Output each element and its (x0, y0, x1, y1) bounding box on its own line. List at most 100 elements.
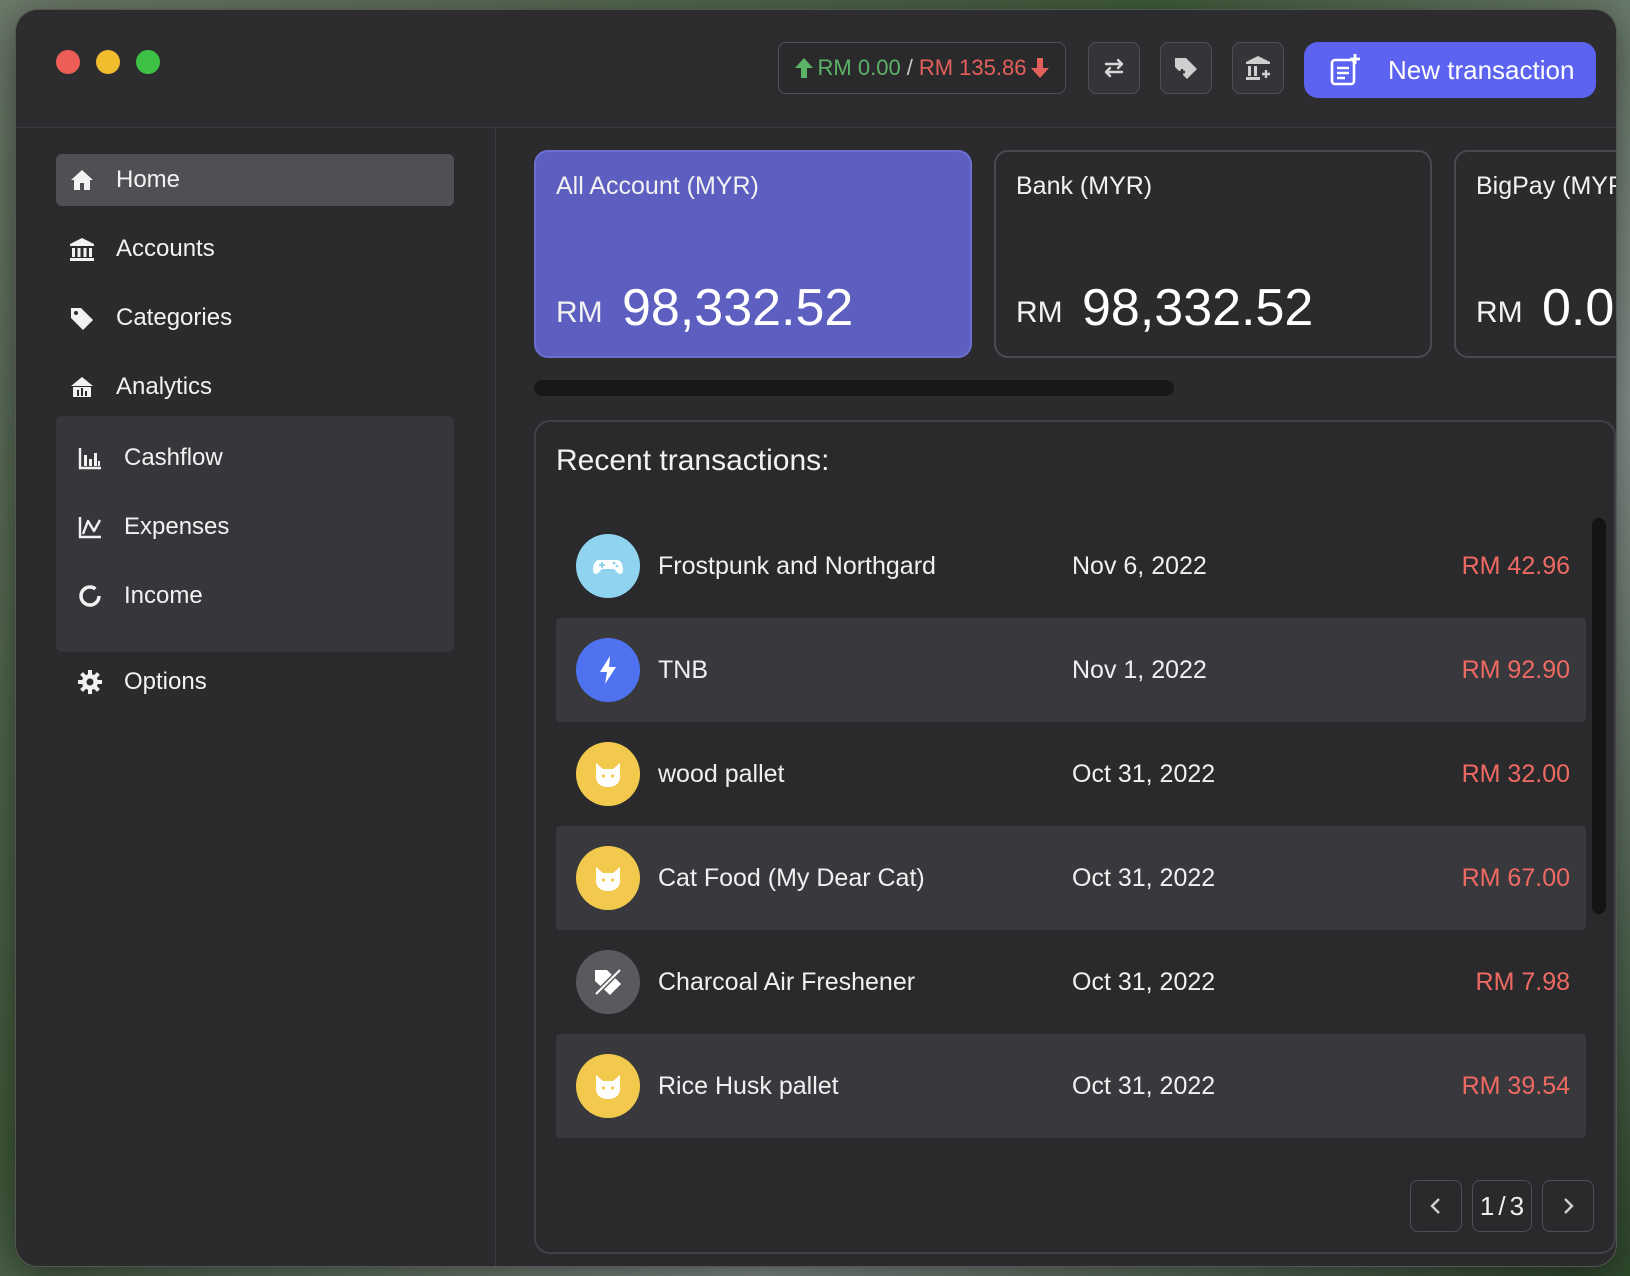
next-page-button[interactable] (1542, 1180, 1594, 1232)
transaction-name: Rice Husk pallet (658, 1071, 839, 1100)
gamepad-icon (576, 534, 640, 598)
pagination: 1 / 3 (1410, 1180, 1594, 1232)
sidebar-item-accounts[interactable]: Accounts (56, 223, 454, 275)
account-card-bigpay[interactable]: BigPay (MYR) RM 0.00 (1454, 150, 1616, 358)
title-bar: RM 0.00 / RM 135.86 New transaction (16, 10, 1616, 128)
total-pages: 3 (1509, 1190, 1525, 1221)
account-balance: 98,332.52 (1082, 279, 1314, 337)
income-amount: RM 0.00 (817, 55, 901, 80)
transaction-name: TNB (658, 655, 708, 684)
transaction-date: Nov 1, 2022 (1072, 655, 1207, 684)
account-cards: All Account (MYR) RM 98,332.52 Bank (MYR… (534, 150, 1616, 360)
account-balance: 0.00 (1542, 279, 1616, 337)
chevron-right-icon (1564, 1198, 1574, 1214)
cat-icon (576, 1054, 640, 1118)
donut-chart-icon (76, 582, 104, 610)
cards-horizontal-scrollbar[interactable] (534, 380, 1174, 396)
minimize-window-button[interactable] (96, 50, 120, 74)
sidebar-item-label: Expenses (124, 513, 230, 540)
transfer-button[interactable] (1088, 42, 1140, 94)
account-currency: RM (1016, 296, 1063, 329)
transaction-row[interactable]: TNB Nov 1, 2022 RM 92.90 (556, 618, 1586, 722)
lightning-icon (576, 638, 640, 702)
tag-slash-icon (576, 950, 640, 1014)
bank-plus-icon (1246, 56, 1270, 80)
sidebar-item-label: Options (124, 668, 207, 695)
transaction-row[interactable]: wood pallet Oct 31, 2022 RM 32.00 (556, 722, 1586, 826)
sidebar-item-home[interactable]: Home (56, 154, 454, 206)
transaction-row[interactable]: Cat Food (My Dear Cat) Oct 31, 2022 RM 6… (556, 826, 1586, 930)
recent-transactions-panel: Recent transactions: Frostpunk and North… (534, 420, 1616, 1254)
cat-icon (576, 742, 640, 806)
add-category-button[interactable] (1160, 42, 1212, 94)
transfer-icon (1104, 58, 1124, 78)
sidebar-item-label: Categories (116, 304, 233, 331)
recent-transactions-title: Recent transactions: (556, 444, 830, 477)
account-currency: RM (556, 296, 603, 329)
sidebar-item-cashflow[interactable]: Cashflow (56, 432, 454, 484)
transaction-name: Charcoal Air Freshener (658, 967, 916, 996)
cat-icon (576, 846, 640, 910)
new-transaction-button[interactable]: New transaction (1304, 42, 1596, 98)
transaction-amount: RM 42.96 (1461, 551, 1570, 580)
transaction-row[interactable]: Rice Husk pallet Oct 31, 2022 RM 39.54 (556, 1034, 1586, 1138)
transaction-amount: RM 32.00 (1461, 759, 1570, 788)
sidebar-item-categories[interactable]: Categories (56, 292, 454, 344)
transaction-name: wood pallet (658, 759, 785, 788)
maximize-window-button[interactable] (136, 50, 160, 74)
transaction-amount: RM 67.00 (1461, 863, 1570, 892)
sidebar-item-analytics[interactable]: Analytics (56, 361, 454, 413)
page-separator: / (1498, 1190, 1506, 1221)
app-window: RM 0.00 / RM 135.86 New transaction Home… (16, 10, 1616, 1266)
transactions-vertical-scrollbar[interactable] (1592, 518, 1606, 914)
transaction-name: Cat Food (My Dear Cat) (658, 863, 925, 892)
line-chart-icon (76, 513, 104, 541)
transaction-date: Oct 31, 2022 (1072, 759, 1216, 788)
transaction-date: Oct 31, 2022 (1072, 967, 1216, 996)
account-card-bank[interactable]: Bank (MYR) RM 98,332.52 (994, 150, 1432, 358)
account-name: Bank (MYR) (1016, 172, 1153, 200)
add-account-button[interactable] (1232, 42, 1284, 94)
account-name: BigPay (MYR) (1476, 172, 1616, 200)
arrow-up-icon (794, 58, 813, 78)
sidebar-item-label: Cashflow (124, 444, 223, 471)
sidebar-item-label: Income (124, 582, 203, 609)
account-card-all[interactable]: All Account (MYR) RM 98,332.52 (534, 150, 972, 358)
main-content: All Account (MYR) RM 98,332.52 Bank (MYR… (496, 128, 1616, 1266)
close-window-button[interactable] (56, 50, 80, 74)
sidebar: Home Accounts Categories Analytics Cashf… (16, 128, 496, 1266)
transaction-row[interactable]: Frostpunk and Northgard Nov 6, 2022 RM 4… (556, 514, 1586, 618)
analytics-icon (68, 373, 96, 401)
previous-page-button[interactable] (1410, 1180, 1462, 1232)
current-page: 1 (1479, 1190, 1495, 1221)
arrow-down-icon (1031, 58, 1050, 78)
chevron-left-icon (1430, 1198, 1440, 1214)
sidebar-item-expenses[interactable]: Expenses (56, 501, 454, 553)
account-name: All Account (MYR) (556, 172, 759, 200)
bar-chart-icon (76, 444, 104, 472)
expense-amount: RM 135.86 (918, 55, 1027, 80)
sidebar-item-options[interactable]: Options (56, 656, 454, 708)
transaction-row[interactable]: Charcoal Air Freshener Oct 31, 2022 RM 7… (556, 930, 1586, 1034)
transaction-date: Oct 31, 2022 (1072, 863, 1216, 892)
sidebar-item-income[interactable]: Income (56, 570, 454, 622)
sidebar-item-label: Home (116, 166, 181, 193)
transaction-amount: RM 92.90 (1461, 655, 1570, 684)
new-transaction-label: New transaction (1388, 54, 1575, 85)
balance-summary[interactable]: RM 0.00 / RM 135.86 (778, 42, 1066, 94)
transaction-amount: RM 39.54 (1461, 1071, 1570, 1100)
account-balance: 98,332.52 (622, 279, 854, 337)
add-transaction-icon (1330, 54, 1360, 86)
transaction-date: Oct 31, 2022 (1072, 1071, 1216, 1100)
analytics-submenu: Cashflow Expenses Income (56, 416, 454, 652)
sidebar-item-label: Analytics (116, 373, 213, 400)
account-currency: RM (1476, 296, 1523, 329)
transaction-amount: RM 7.98 (1475, 967, 1570, 996)
balance-separator: / (906, 55, 913, 80)
sidebar-item-label: Accounts (116, 235, 215, 262)
transaction-date: Nov 6, 2022 (1072, 551, 1207, 580)
transaction-name: Frostpunk and Northgard (658, 551, 936, 580)
tag-plus-icon (1175, 58, 1197, 79)
page-indicator: 1 / 3 (1472, 1180, 1532, 1232)
gear-icon (76, 668, 104, 696)
